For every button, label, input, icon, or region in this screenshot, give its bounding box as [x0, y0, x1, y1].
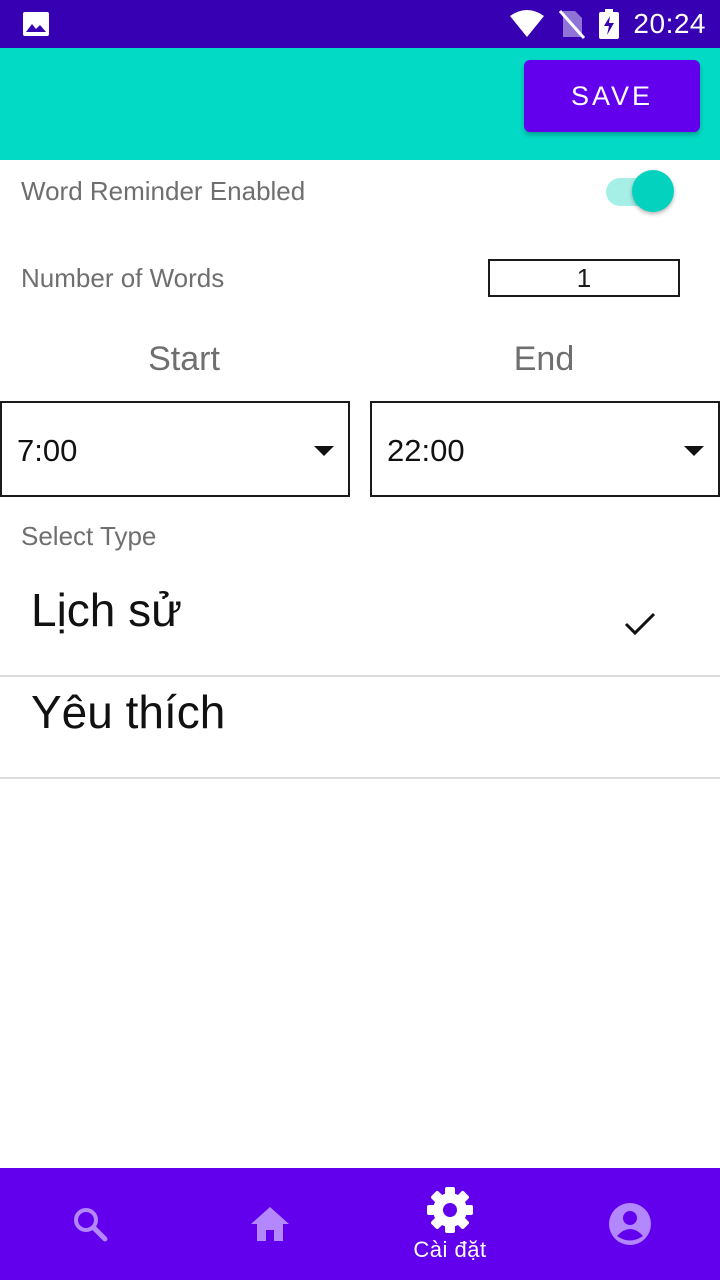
words-count-field[interactable]: 1: [488, 259, 680, 297]
type-option-favorite[interactable]: Yêu thích: [0, 677, 720, 779]
search-icon: [74, 1208, 108, 1242]
image-icon: [23, 12, 49, 36]
nav-settings-label: Cài đặt: [413, 1237, 487, 1262]
bottom-navigation: Cài đặt: [0, 1168, 720, 1280]
wifi-icon: [510, 10, 545, 37]
toggle-thumb: [632, 170, 674, 212]
gear-icon: [427, 1187, 473, 1233]
dropdown-arrow-icon: [314, 446, 334, 456]
nav-account[interactable]: [540, 1168, 720, 1280]
dropdown-arrow-icon: [684, 446, 704, 456]
select-type-label: Select Type: [21, 521, 157, 551]
save-button[interactable]: SAVE: [524, 60, 700, 132]
type-option-label: Yêu thích: [31, 686, 226, 738]
words-label: Number of Words: [21, 263, 225, 293]
app-bar: SAVE: [0, 48, 720, 160]
type-option-label: Lịch sử: [31, 584, 182, 636]
end-time-select[interactable]: 22:00: [370, 401, 720, 497]
end-time-value: 22:00: [387, 433, 465, 468]
check-icon: [624, 612, 656, 636]
account-icon: [609, 1203, 651, 1245]
reminder-toggle[interactable]: [604, 168, 676, 216]
settings-screen: 20:24 SAVE Word Reminder Enabled Number …: [0, 0, 720, 1280]
nav-search[interactable]: [0, 1168, 180, 1280]
start-heading: Start: [148, 340, 220, 378]
status-bar: 20:24: [0, 0, 720, 48]
type-option-history[interactable]: Lịch sử: [0, 575, 720, 677]
battery-charging-icon: [599, 9, 620, 39]
end-heading: End: [513, 340, 575, 378]
status-time: 20:24: [633, 8, 706, 39]
nav-settings[interactable]: Cài đặt: [360, 1168, 540, 1280]
no-sim-icon: [559, 10, 586, 39]
start-time-value: 7:00: [17, 433, 78, 468]
home-icon: [251, 1207, 289, 1241]
reminder-label: Word Reminder Enabled: [21, 176, 306, 206]
nav-home[interactable]: [180, 1168, 360, 1280]
start-time-select[interactable]: 7:00: [0, 401, 350, 497]
